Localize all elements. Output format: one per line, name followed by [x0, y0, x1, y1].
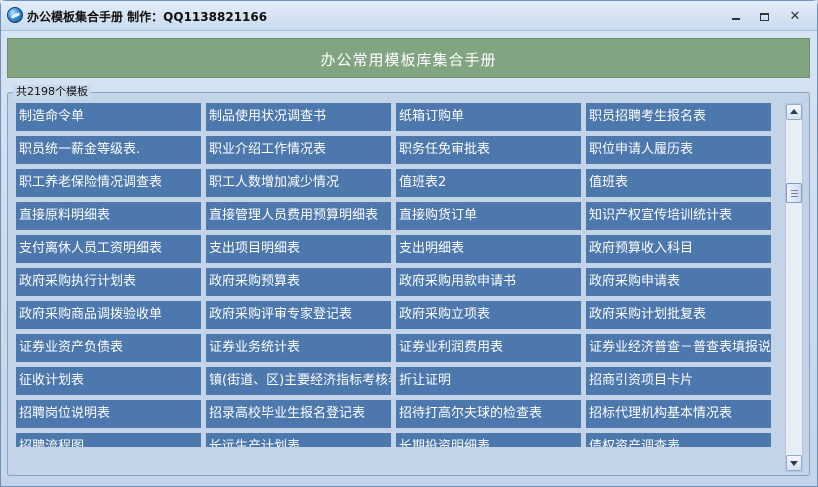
template-item[interactable]: 债权资产调查表 [586, 433, 771, 447]
template-item[interactable]: 政府采购用款申请书 [396, 268, 581, 296]
template-item[interactable]: 证券业利润费用表 [396, 334, 581, 362]
template-item[interactable]: 证券业资产负债表 [16, 334, 201, 362]
template-item[interactable]: 制造命令单 [16, 103, 201, 131]
template-item[interactable]: 政府采购执行计划表 [16, 268, 201, 296]
template-item[interactable]: 政府采购立项表 [396, 301, 581, 329]
main-window: 办公模板集合手册 制作：QQ1138821166 ✕ 办公常用模板库集合手册 共… [0, 0, 818, 487]
template-item[interactable]: 知识产权宣传培训统计表 [586, 202, 771, 230]
template-item[interactable]: 职务任免审批表 [396, 136, 581, 164]
template-count-label: 共2198个模板 [13, 85, 91, 99]
minimize-button[interactable] [724, 7, 748, 25]
template-item[interactable]: 镇(街道、区)主要经济指标考核表 [206, 367, 391, 395]
template-item[interactable]: 支出项目明细表 [206, 235, 391, 263]
grip-line [791, 193, 798, 194]
template-item[interactable]: 长期投资明细表 [396, 433, 581, 447]
close-button[interactable]: ✕ [783, 7, 807, 25]
template-item[interactable]: 政府采购评审专家登记表 [206, 301, 391, 329]
template-item[interactable]: 制品使用状况调查书 [206, 103, 391, 131]
grip-line [791, 190, 798, 191]
template-item[interactable]: 职业介绍工作情况表 [206, 136, 391, 164]
template-item[interactable]: 直接购货订单 [396, 202, 581, 230]
template-item[interactable]: 征收计划表 [16, 367, 201, 395]
header-title: 办公常用模板库集合手册 [320, 51, 497, 69]
arrow-up-icon [790, 109, 798, 114]
template-item[interactable]: 招聘流程图 [16, 433, 201, 447]
header-banner: 办公常用模板库集合手册 [7, 38, 810, 78]
template-item[interactable]: 折让证明 [396, 367, 581, 395]
template-item[interactable]: 招聘岗位说明表 [16, 400, 201, 428]
window-title: 办公模板集合手册 制作：QQ1138821166 [27, 10, 268, 24]
template-item[interactable]: 证券业经济普查－普查表填报说明 [586, 334, 771, 362]
template-item[interactable]: 招待打高尔夫球的检查表 [396, 400, 581, 428]
template-item[interactable]: 政府采购申请表 [586, 268, 771, 296]
template-item[interactable]: 直接原料明细表 [16, 202, 201, 230]
template-item[interactable]: 职员统一薪金等级表. [16, 136, 201, 164]
template-item[interactable]: 职员招聘考生报名表 [586, 103, 771, 131]
template-item[interactable]: 招标代理机构基本情况表 [586, 400, 771, 428]
template-item[interactable]: 长远生产计划表 [206, 433, 391, 447]
template-item[interactable]: 证券业务统计表 [206, 334, 391, 362]
template-item[interactable]: 政府预算收入科目 [586, 235, 771, 263]
template-item[interactable]: 职工人数增加减少情况 [206, 169, 391, 197]
arrow-down-icon [790, 461, 798, 466]
template-item[interactable]: 值班表2 [396, 169, 581, 197]
template-item[interactable]: 政府采购计划批复表 [586, 301, 771, 329]
maximize-icon [759, 12, 769, 21]
template-grid: 制造命令单 制品使用状况调查书 纸箱订购单 职员招聘考生报名表职员统一薪金等级表. 职业… [16, 103, 776, 447]
template-item[interactable]: 职工养老保险情况调查表 [16, 169, 201, 197]
maximize-button[interactable] [752, 7, 776, 25]
template-item[interactable]: 支付离休人员工资明细表 [16, 235, 201, 263]
template-item[interactable]: 纸箱订购单 [396, 103, 581, 131]
vertical-scrollbar[interactable] [785, 103, 803, 472]
template-item[interactable]: 招录高校毕业生报名登记表 [206, 400, 391, 428]
scroll-down-button[interactable] [786, 455, 802, 471]
title-bar[interactable]: 办公模板集合手册 制作：QQ1138821166 ✕ [1, 1, 817, 31]
template-item[interactable]: 直接管理人员费用预算明细表 [206, 202, 391, 230]
template-item[interactable]: 招商引资项目卡片 [586, 367, 771, 395]
close-icon: ✕ [789, 9, 801, 24]
grip-line [791, 196, 798, 197]
minimize-icon [732, 17, 740, 20]
template-item[interactable]: 支出明细表 [396, 235, 581, 263]
app-globe-icon [7, 7, 23, 23]
scrollbar-thumb[interactable] [786, 183, 802, 203]
template-item[interactable]: 值班表 [586, 169, 771, 197]
scroll-up-button[interactable] [786, 104, 802, 120]
template-item[interactable]: 政府采购商品调拨验收单 [16, 301, 201, 329]
template-item[interactable]: 职位申请人履历表 [586, 136, 771, 164]
template-item[interactable]: 政府采购预算表 [206, 268, 391, 296]
